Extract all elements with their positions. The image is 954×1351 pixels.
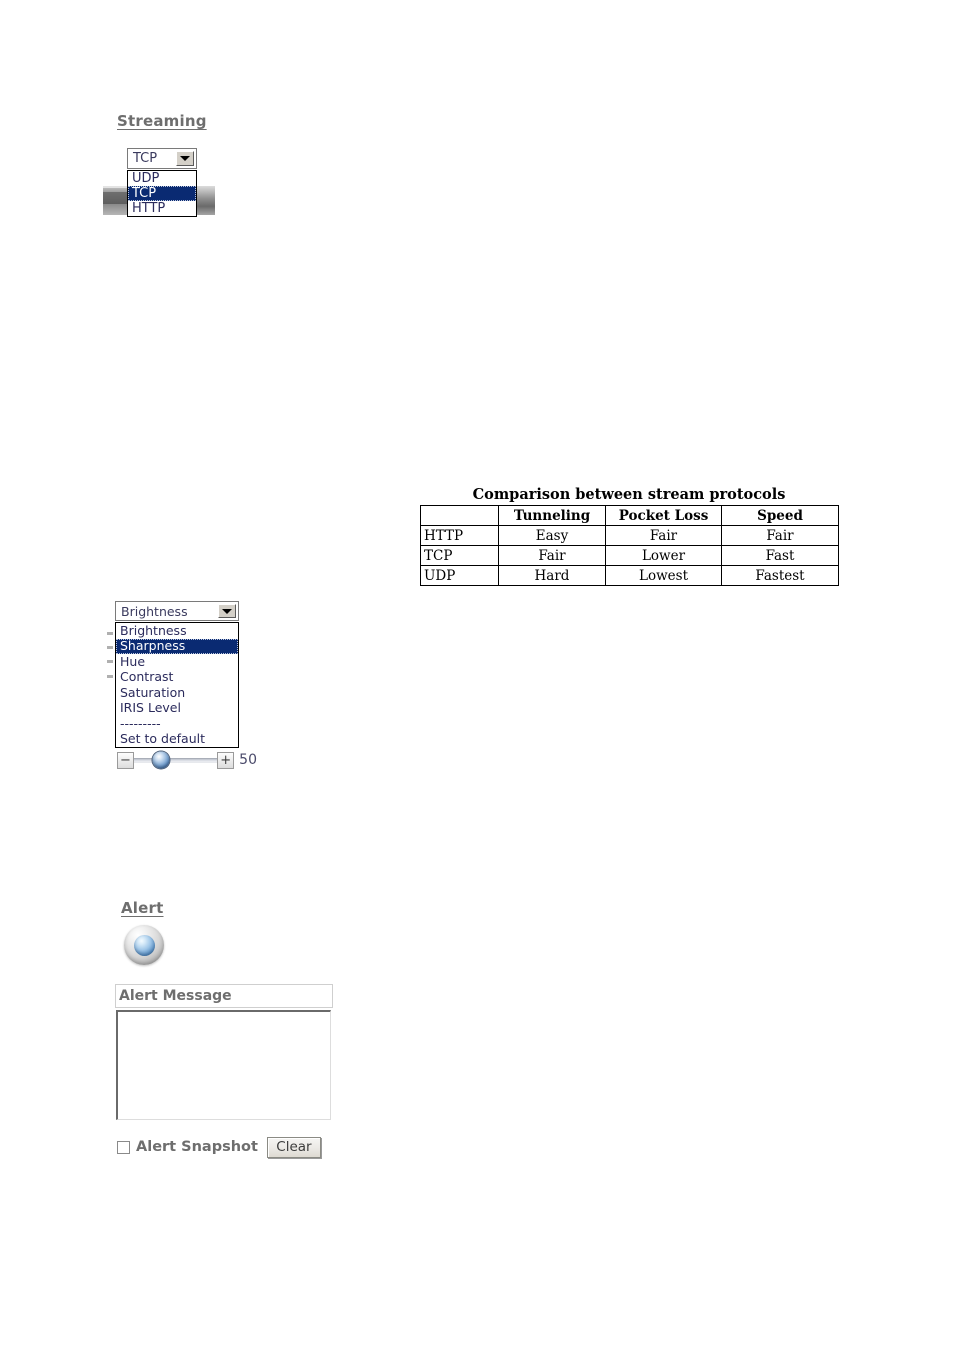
row-label-tcp: TCP: [420, 545, 499, 566]
cell-tcp-pocket-loss: Lower: [605, 545, 722, 566]
comparison-table-section: Comparison between stream protocols Tunn…: [420, 486, 839, 586]
image-setting-slider-row[interactable]: − + 50: [117, 748, 257, 772]
image-setting-selected-value: Brightness: [121, 603, 188, 619]
image-setting-select[interactable]: Brightness: [115, 601, 239, 621]
alert-message-label-bar: Alert Message: [115, 984, 333, 1008]
comparison-table-caption: Comparison between stream protocols: [472, 486, 786, 503]
cell-http-tunneling: Easy: [498, 525, 606, 546]
comparison-table: Tunneling Pocket Loss Speed HTTP Easy Fa…: [420, 505, 839, 586]
cell-tcp-tunneling: Fair: [498, 545, 606, 566]
streaming-protocol-select[interactable]: TCP: [127, 148, 197, 169]
image-setting-option-list[interactable]: Brightness Sharpness Hue Contrast Satura…: [115, 622, 239, 748]
option-hue[interactable]: Hue: [116, 654, 238, 670]
slider-decrease-button[interactable]: −: [117, 751, 134, 769]
option-contrast[interactable]: Contrast: [116, 670, 238, 686]
table-header-row: Tunneling Pocket Loss Speed: [420, 505, 839, 526]
chevron-down-icon[interactable]: [218, 604, 236, 618]
slider-track[interactable]: [134, 751, 218, 769]
background-artifact-tick: [107, 660, 113, 663]
cell-http-pocket-loss: Fair: [605, 525, 722, 546]
cell-udp-speed: Fastest: [721, 565, 839, 586]
chevron-down-glyph: [222, 608, 232, 614]
alert-message-textarea[interactable]: [116, 1010, 331, 1120]
alert-heading: Alert: [121, 899, 164, 917]
column-header-tunneling: Tunneling: [498, 505, 606, 526]
alert-orb-core: [133, 934, 155, 956]
option-sharpness[interactable]: Sharpness: [116, 638, 238, 654]
cell-udp-pocket-loss: Lowest: [605, 565, 722, 586]
option-iris-level[interactable]: IRIS Level: [116, 701, 238, 717]
streaming-protocol-selected-value: TCP: [133, 151, 158, 166]
row-label-http: HTTP: [420, 525, 499, 546]
column-header-pocket-loss: Pocket Loss: [605, 505, 722, 526]
chevron-down-icon[interactable]: [176, 151, 194, 166]
background-artifact-tick: [107, 646, 113, 649]
option-set-to-default[interactable]: Set to default: [116, 732, 238, 748]
alert-snapshot-checkbox[interactable]: [117, 1140, 130, 1154]
option-tcp[interactable]: TCP: [128, 186, 196, 201]
option-brightness[interactable]: Brightness: [116, 623, 238, 639]
background-artifact-strip-right: [195, 186, 215, 215]
cell-http-speed: Fair: [721, 525, 839, 546]
cell-udp-tunneling: Hard: [498, 565, 606, 586]
slider-increase-button[interactable]: +: [217, 751, 235, 769]
background-artifact-tick: [107, 675, 113, 678]
alert-footer-row: Alert Snapshot Clear: [117, 1136, 321, 1158]
background-artifact-tick: [107, 632, 113, 635]
option-saturation[interactable]: Saturation: [116, 685, 238, 701]
column-header-blank: [420, 505, 499, 526]
streaming-heading: Streaming: [117, 112, 207, 130]
alert-message-label: Alert Message: [119, 988, 232, 1004]
table-row: UDP Hard Lowest Fastest: [420, 565, 839, 586]
streaming-section: Streaming: [117, 112, 207, 130]
row-label-udp: UDP: [420, 565, 499, 586]
table-row: TCP Fair Lower Fast: [420, 545, 839, 566]
alert-orb-icon[interactable]: [124, 925, 164, 965]
alert-snapshot-label: Alert Snapshot: [136, 1139, 258, 1155]
slider-thumb[interactable]: [152, 751, 170, 769]
cell-tcp-speed: Fast: [721, 545, 839, 566]
clear-button[interactable]: Clear: [266, 1136, 321, 1158]
chevron-down-glyph: [180, 156, 190, 161]
option-udp[interactable]: UDP: [128, 171, 196, 186]
slider-value-text: 50: [239, 752, 257, 768]
option-separator: ---------: [120, 715, 161, 731]
option-http[interactable]: HTTP: [128, 201, 196, 216]
table-row: HTTP Easy Fair Fair: [420, 525, 839, 546]
column-header-speed: Speed: [721, 505, 839, 526]
streaming-protocol-option-list[interactable]: UDP TCP HTTP: [127, 170, 197, 217]
